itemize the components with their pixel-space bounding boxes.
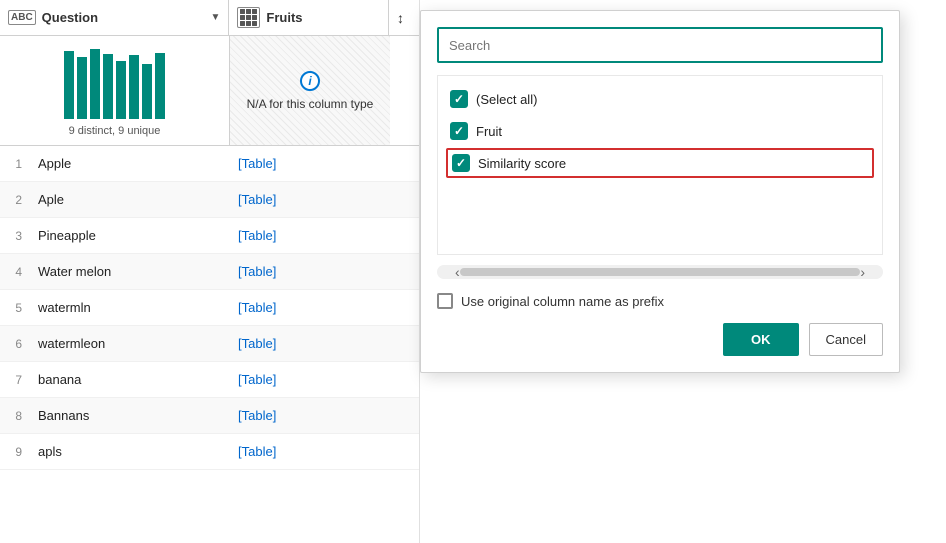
checkbox-label: (Select all) — [476, 92, 537, 107]
table-row[interactable]: 2 Aple [Table] — [0, 182, 419, 218]
ok-button[interactable]: OK — [723, 323, 799, 356]
cancel-button[interactable]: Cancel — [809, 323, 883, 356]
checkbox-box[interactable] — [450, 90, 468, 108]
preview-label: 9 distinct, 9 unique — [69, 125, 161, 137]
row-question: banana — [30, 372, 230, 387]
checkbox-label: Similarity score — [478, 156, 566, 171]
row-fruits[interactable]: [Table] — [230, 264, 390, 279]
row-fruits[interactable]: [Table] — [230, 156, 390, 171]
row-number: 7 — [0, 373, 30, 387]
row-number: 6 — [0, 337, 30, 351]
scrollbar-track[interactable] — [460, 268, 861, 276]
row-question: watermleon — [30, 336, 230, 351]
row-fruits[interactable]: [Table] — [230, 300, 390, 315]
row-fruits[interactable]: [Table] — [230, 336, 390, 351]
row-question: Apple — [30, 156, 230, 171]
table-row[interactable]: 9 apls [Table] — [0, 434, 419, 470]
checkbox-list: (Select all) Fruit Similarity score — [437, 75, 883, 255]
row-question: Pineapple — [30, 228, 230, 243]
table-row[interactable]: 5 watermln [Table] — [0, 290, 419, 326]
bar — [155, 53, 165, 119]
row-fruits[interactable]: [Table] — [230, 228, 390, 243]
checkbox-item[interactable]: Fruit — [446, 116, 874, 146]
row-number: 8 — [0, 409, 30, 423]
table-row[interactable]: 7 banana [Table] — [0, 362, 419, 398]
checkbox-item[interactable]: (Select all) — [446, 84, 874, 114]
bar — [103, 54, 113, 119]
row-number: 9 — [0, 445, 30, 459]
row-question: Water melon — [30, 264, 230, 279]
row-fruits[interactable]: [Table] — [230, 372, 390, 387]
row-number: 5 — [0, 301, 30, 315]
table-row[interactable]: 1 Apple [Table] — [0, 146, 419, 182]
abc-type-icon: ABC — [8, 10, 36, 25]
bar-chart — [64, 49, 165, 119]
table-row[interactable]: 3 Pineapple [Table] — [0, 218, 419, 254]
bar — [90, 49, 100, 119]
scrollbar-area[interactable]: ‹ › — [437, 265, 883, 279]
col-sort[interactable]: ↕ — [389, 0, 419, 35]
prefix-label: Use original column name as prefix — [461, 294, 664, 309]
preview-chart: 9 distinct, 9 unique — [0, 36, 230, 145]
table-row[interactable]: 4 Water melon [Table] — [0, 254, 419, 290]
table-row[interactable]: 8 Bannans [Table] — [0, 398, 419, 434]
prefix-row[interactable]: Use original column name as prefix — [437, 293, 883, 309]
scroll-left-arrow[interactable]: ‹ — [455, 264, 460, 280]
row-question: apls — [30, 444, 230, 459]
grid-type-icon — [237, 7, 260, 28]
checkbox-item[interactable]: Similarity score — [446, 148, 874, 178]
checkbox-label: Fruit — [476, 124, 502, 139]
bar — [116, 61, 126, 119]
col2-label: Fruits — [266, 10, 302, 25]
col-header-fruits[interactable]: Fruits — [229, 0, 389, 35]
row-number: 2 — [0, 193, 30, 207]
na-text: N/A for this column type — [247, 97, 374, 111]
table-row[interactable]: 6 watermleon [Table] — [0, 326, 419, 362]
row-fruits[interactable]: [Table] — [230, 408, 390, 423]
row-fruits[interactable]: [Table] — [230, 444, 390, 459]
data-rows: 1 Apple [Table] 2 Aple [Table] 3 Pineapp… — [0, 146, 419, 543]
checkbox-box[interactable] — [452, 154, 470, 172]
row-question: Bannans — [30, 408, 230, 423]
table-panel: ABC Question ▼ Fruits ↕ — [0, 0, 420, 543]
prefix-checkbox[interactable] — [437, 293, 453, 309]
row-number: 4 — [0, 265, 30, 279]
info-icon: i — [300, 71, 320, 91]
bar — [64, 51, 74, 119]
bar — [77, 57, 87, 119]
dropdown-panel: (Select all) Fruit Similarity score ‹ › … — [420, 10, 900, 373]
col-header-question[interactable]: ABC Question ▼ — [0, 0, 229, 35]
preview-area: 9 distinct, 9 unique i N/A for this colu… — [0, 36, 419, 146]
search-input[interactable] — [437, 27, 883, 63]
scroll-right-arrow[interactable]: › — [860, 264, 865, 280]
bar — [142, 64, 152, 119]
preview-na: i N/A for this column type — [230, 36, 390, 145]
bar — [129, 55, 139, 119]
checkbox-box[interactable] — [450, 122, 468, 140]
row-number: 1 — [0, 157, 30, 171]
row-question: Aple — [30, 192, 230, 207]
row-fruits[interactable]: [Table] — [230, 192, 390, 207]
table-header: ABC Question ▼ Fruits ↕ — [0, 0, 419, 36]
row-question: watermln — [30, 300, 230, 315]
footer-buttons: OK Cancel — [437, 323, 883, 356]
col1-dropdown-arrow[interactable]: ▼ — [211, 12, 221, 23]
row-number: 3 — [0, 229, 30, 243]
sort-icon: ↕ — [397, 10, 404, 26]
col1-label: Question — [42, 10, 98, 25]
